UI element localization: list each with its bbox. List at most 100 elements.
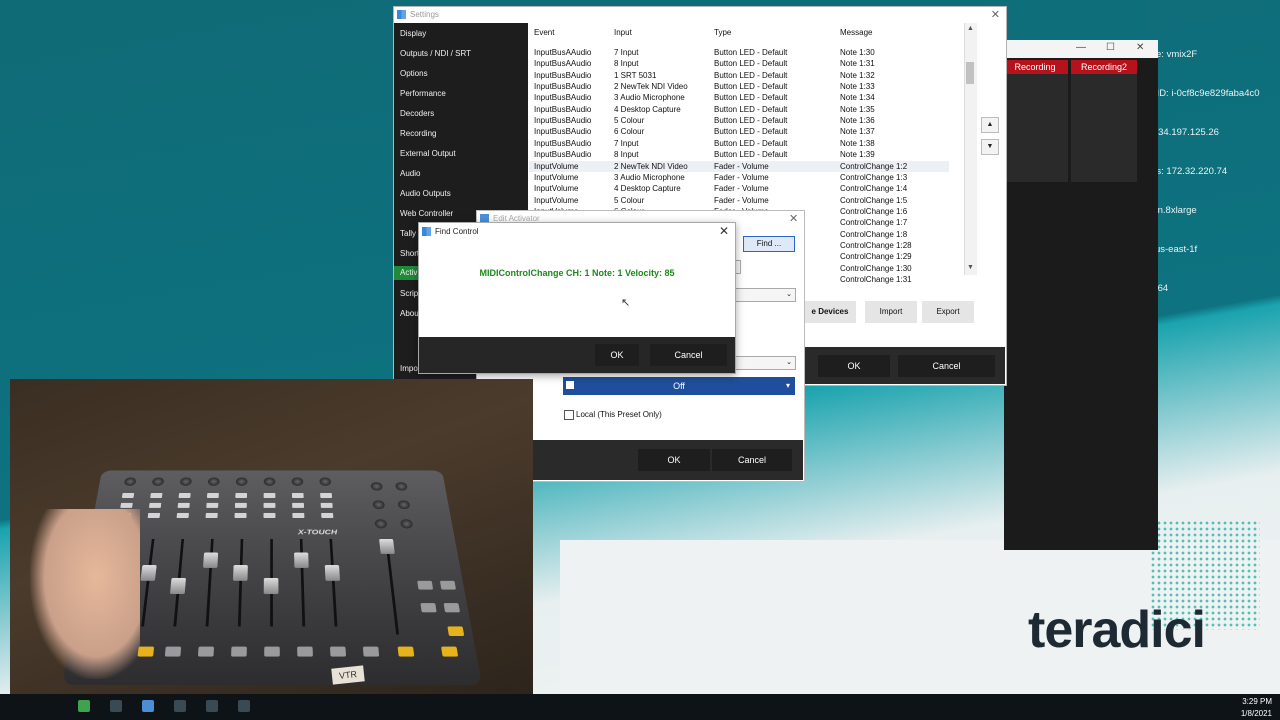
console-button — [234, 502, 247, 508]
mode-dropdown[interactable]: ⌄ — [734, 356, 796, 370]
export-button[interactable]: Export — [922, 301, 974, 323]
table-row[interactable]: InputVolume 4 Desktop Capture Fader - Volu… — [529, 183, 949, 194]
column-header-input[interactable]: Input — [614, 28, 632, 37]
app-icon[interactable] — [174, 700, 186, 712]
sidebar-item-decoders[interactable]: Decoders — [400, 109, 434, 118]
sidebar-item-options[interactable]: Options — [400, 69, 428, 78]
column-header-type[interactable]: Type — [714, 28, 731, 37]
move-down-button[interactable]: ▼ — [981, 139, 999, 155]
vmix-taskbar-icon[interactable] — [142, 700, 154, 712]
off-checkbox[interactable] — [566, 381, 574, 389]
close-icon[interactable]: ✕ — [991, 8, 1000, 21]
column-header-message[interactable]: Message — [840, 28, 872, 37]
table-row[interactable]: InputVolume 5 Colour Fader - Volume Control… — [529, 195, 949, 206]
sidebar-item-performance[interactable]: Performance — [400, 89, 446, 98]
knob-icon — [372, 500, 386, 510]
table-row[interactable]: InputVolume 3 Audio Microphone Fader - Vol… — [529, 172, 949, 183]
app-icon[interactable] — [110, 700, 122, 712]
off-dropdown[interactable]: Off — [563, 377, 795, 395]
table-row[interactable]: InputBusBAudio 8 Input Button LED - Defaul… — [529, 149, 949, 160]
scrollbar-thumb[interactable] — [966, 62, 974, 84]
fader-cap — [324, 565, 341, 581]
sidebar-item-tally[interactable]: Tally — [400, 229, 416, 238]
table-cell: Button LED - Default — [714, 59, 788, 69]
table-row[interactable]: InputBusAAudio 7 Input Button LED - Defaul… — [529, 47, 949, 58]
app-icon[interactable] — [206, 700, 218, 712]
chevron-down-icon[interactable]: ▾ — [786, 377, 790, 395]
move-up-button[interactable]: ▲ — [981, 117, 999, 133]
scroll-down-icon[interactable]: ▼ — [967, 264, 974, 271]
clock-time[interactable]: 3:29 PM — [1242, 697, 1272, 706]
table-scrollbar[interactable]: ▲ ▼ — [964, 23, 977, 275]
table-row[interactable]: InputBusBAudio 4 Desktop Capture Button LE… — [529, 104, 949, 115]
find-ok-button[interactable]: OK — [595, 344, 639, 366]
table-cell: Button LED - Default — [714, 138, 788, 148]
sidebar-item-audio-outputs[interactable]: Audio Outputs — [400, 189, 451, 198]
settings-cancel-button[interactable]: Cancel — [898, 355, 995, 377]
input-dropdown[interactable]: ⌄ — [734, 288, 796, 302]
table-cell: Note 1:32 — [840, 70, 875, 80]
table-cell: ControlChange 1:5 — [840, 195, 908, 205]
console-button — [441, 646, 459, 657]
find-button[interactable]: Find ... — [743, 236, 795, 252]
import-button[interactable]: Import — [865, 301, 917, 323]
sidebar-item-external-output[interactable]: External Output — [400, 149, 456, 158]
table-cell: ControlChange 1:6 — [840, 206, 908, 216]
table-cell: 2 NewTek NDI Video — [614, 82, 688, 92]
close-icon[interactable]: ✕ — [789, 212, 798, 225]
app-icon[interactable] — [238, 700, 250, 712]
knob-icon — [397, 500, 411, 510]
console-button — [206, 502, 219, 508]
edit-cancel-button[interactable]: Cancel — [712, 449, 792, 471]
table-row[interactable]: InputVolume 2 NewTek NDI Video Fader - Vol… — [529, 160, 949, 172]
column-header-event[interactable]: Event — [534, 28, 554, 37]
recording-panel[interactable]: Recording — [1002, 60, 1068, 182]
table-cell: 3 Audio Microphone — [614, 93, 685, 103]
sidebar-item-outputs[interactable]: Outputs / NDI / SRT — [400, 49, 471, 58]
fader-track — [237, 538, 244, 627]
table-cell: InputVolume — [534, 161, 579, 171]
table-cell: 1 SRT 5031 — [614, 70, 657, 80]
table-row[interactable]: InputBusAAudio 8 Input Button LED - Defaul… — [529, 58, 949, 69]
close-icon[interactable]: ✕ — [719, 224, 729, 238]
edit-ok-button[interactable]: OK — [638, 449, 710, 471]
table-row[interactable]: InputBusBAudio 1 SRT 5031 Button LED - Def… — [529, 70, 949, 81]
knob-icon — [235, 477, 248, 486]
table-row[interactable]: InputBusBAudio 5 Colour Button LED - Defau… — [529, 115, 949, 126]
sidebar-item-shortcuts[interactable]: Short — [400, 249, 419, 258]
clock-date[interactable]: 1/8/2021 — [1241, 709, 1272, 718]
chrome-icon[interactable] — [78, 700, 90, 712]
midi-devices-button[interactable]: e Devices — [804, 301, 856, 323]
sidebar-item-audio[interactable]: Audio — [400, 169, 420, 178]
table-cell: ControlChange 1:31 — [840, 275, 912, 284]
local-preset-checkbox[interactable] — [564, 410, 574, 420]
console-button — [176, 512, 189, 518]
fader-cap — [294, 552, 309, 568]
table-cell: InputBusAAudio — [534, 59, 592, 69]
table-cell: 2 NewTek NDI Video — [614, 161, 688, 171]
close-icon[interactable]: ✕ — [1136, 42, 1144, 53]
maximize-icon[interactable]: ☐ — [1106, 42, 1115, 53]
find-cancel-button[interactable]: Cancel — [650, 344, 727, 366]
console-button — [120, 502, 133, 508]
table-cell: Fader - Volume — [714, 195, 769, 205]
sidebar-item-display[interactable]: Display — [400, 29, 426, 38]
sidebar-item-web-controller[interactable]: Web Controller — [400, 209, 453, 218]
table-row[interactable]: InputBusBAudio 7 Input Button LED - Defaul… — [529, 138, 949, 149]
table-row[interactable]: InputBusBAudio 3 Audio Microphone Button L… — [529, 92, 949, 103]
console-button — [292, 512, 305, 518]
mouse-cursor-icon: ↖ — [621, 297, 631, 309]
webcam-overlay: X-TOUCH VTR — [10, 379, 533, 711]
scroll-up-icon[interactable]: ▲ — [967, 25, 974, 32]
table-row[interactable]: InputBusBAudio 2 NewTek NDI Video Button L… — [529, 81, 949, 92]
console-button — [147, 512, 161, 518]
console-brand-label: X-TOUCH — [297, 529, 338, 537]
sidebar-item-recording[interactable]: Recording — [400, 129, 436, 138]
table-row[interactable]: InputBusBAudio 6 Colour Button LED - Defau… — [529, 126, 949, 137]
recording2-panel[interactable]: Recording2 — [1071, 60, 1137, 182]
sidebar-import-button[interactable]: Impo — [400, 364, 418, 373]
settings-ok-button[interactable]: OK — [818, 355, 890, 377]
sidebar-item-scripting[interactable]: Scrip — [400, 289, 418, 298]
minimize-icon[interactable]: — — [1076, 42, 1086, 53]
table-cell: 4 Desktop Capture — [614, 104, 681, 114]
